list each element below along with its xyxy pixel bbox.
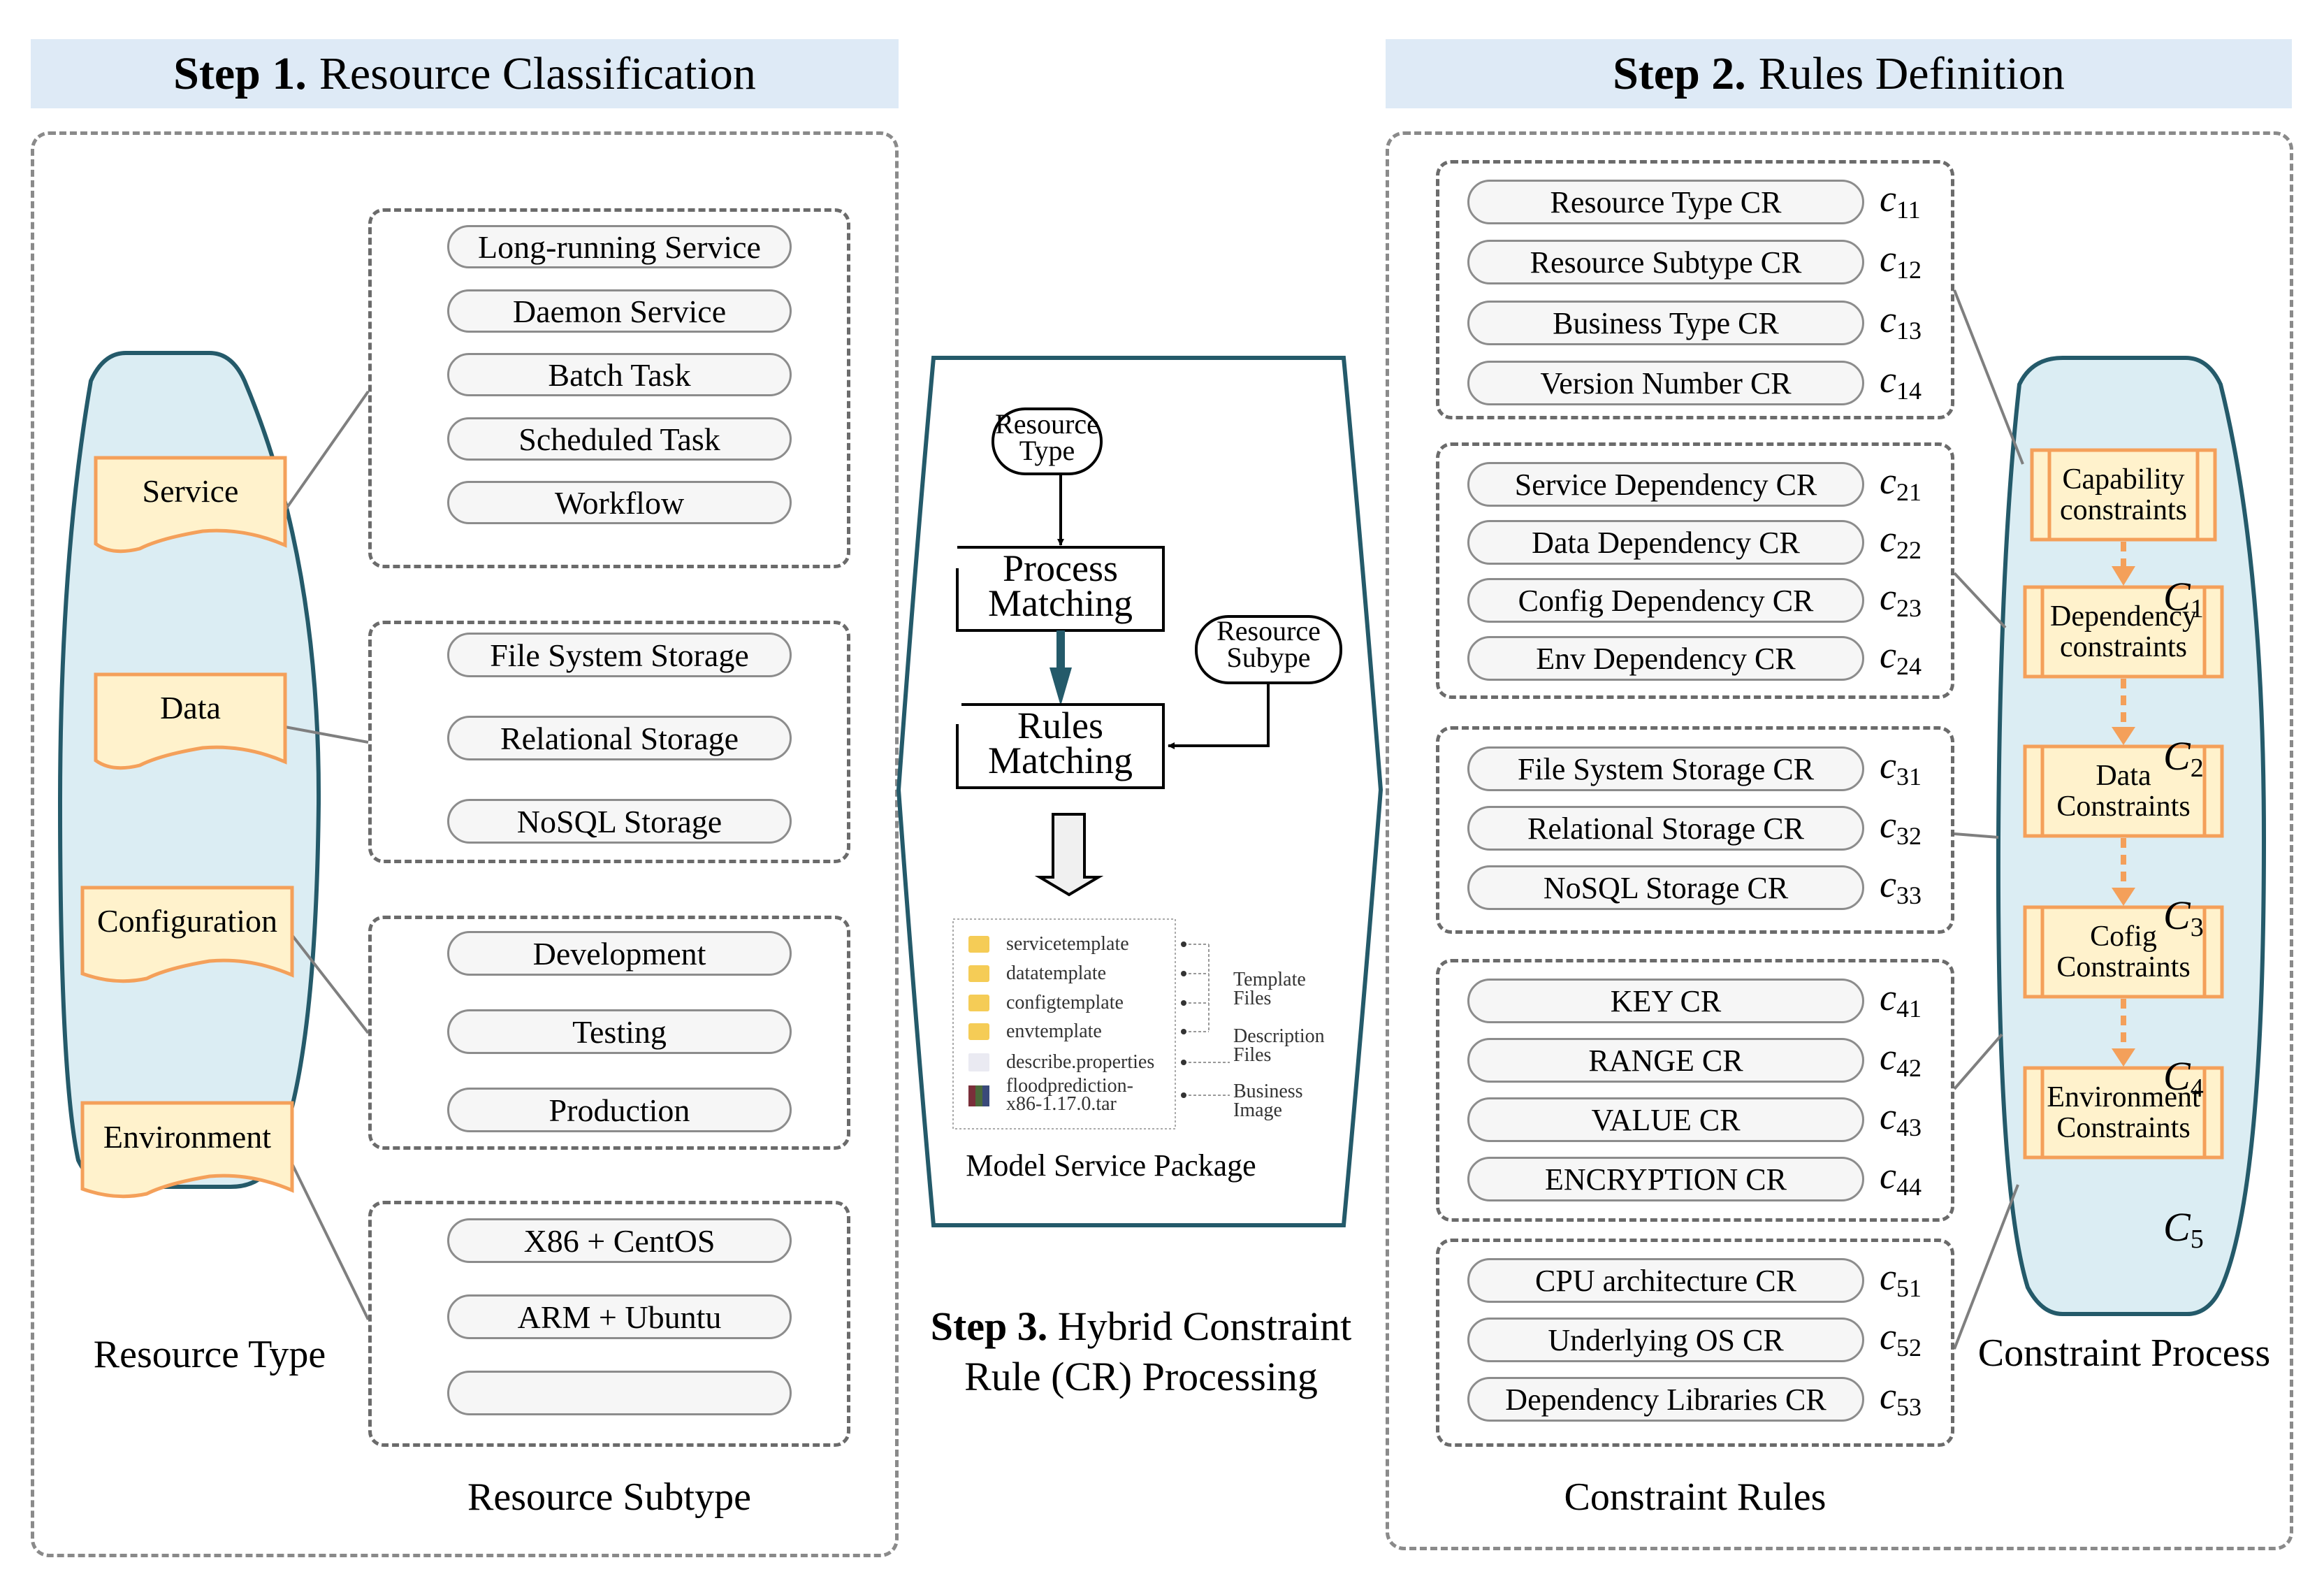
rule-code-label: c11 [1880, 178, 1921, 224]
rule-code-label: c12 [1880, 238, 1922, 284]
properties-file-icon [968, 1053, 989, 1071]
rule-code-label: c21 [1880, 460, 1922, 506]
constraint-process-caption: Constraint Process [1977, 1331, 2271, 1375]
rule-pill[interactable]: RANGE CR [1467, 1038, 1864, 1083]
rule-code-label: c43 [1880, 1095, 1922, 1141]
subtype-pill[interactable]: Batch Task [447, 353, 792, 396]
rule-pill[interactable]: File System Storage CR [1467, 746, 1864, 791]
rule-pill[interactable]: KEY CR [1467, 979, 1864, 1023]
rule-code-label: c14 [1880, 359, 1922, 405]
subtype-pill[interactable]: ARM + Ubuntu [447, 1294, 792, 1339]
rule-code-label: c44 [1880, 1155, 1922, 1201]
rule-code-label: c22 [1880, 518, 1922, 564]
subtype-pill[interactable]: Development [447, 931, 792, 976]
package-item[interactable]: x86-1.17.0.tar [1006, 1095, 1117, 1114]
rule-pill[interactable]: Data Dependency CR [1467, 520, 1864, 565]
folder-icon [968, 1023, 989, 1040]
resource-type-configuration[interactable]: Configuration [82, 902, 292, 939]
subtype-pill[interactable]: Testing [447, 1009, 792, 1054]
rule-pill[interactable]: VALUE CR [1467, 1097, 1864, 1142]
rule-pill[interactable]: Resource Type CR [1467, 180, 1864, 224]
flow-process-matching-label[interactable]: Process Matching [957, 549, 1163, 622]
flow-resource-subtype-label: Resource Subype [1217, 615, 1321, 673]
process-step-capability[interactable]: Capability constraints [2049, 464, 2198, 526]
package-item[interactable]: servicetemplate [1006, 934, 1129, 954]
subtype-pill[interactable]: NoSQL Storage [447, 799, 792, 844]
rule-pill[interactable]: Dependency Libraries CR [1467, 1377, 1864, 1422]
archive-icon [968, 1085, 989, 1106]
package-item[interactable]: configtemplate [1006, 993, 1124, 1013]
subtype-pill[interactable]: Scheduled Task [447, 417, 792, 461]
process-label-c4: C4 [2163, 1053, 2204, 1103]
rule-pill[interactable]: Resource Subtype CR [1467, 240, 1864, 284]
flow-rules-matching-label[interactable]: Rules Matching [957, 707, 1163, 779]
flow-resource-type-label: Resource Type [995, 408, 1099, 466]
process-label-c2: C2 [2163, 733, 2204, 783]
package-item[interactable]: datatemplate [1006, 964, 1106, 983]
rule-code-label: c23 [1880, 576, 1922, 622]
rule-code-label: c52 [1880, 1315, 1922, 1362]
rule-code-label: c42 [1880, 1036, 1922, 1082]
rule-code-label: c31 [1880, 744, 1922, 791]
diagram-canvas: Step 1. Resource Classification Step 2. … [0, 0, 2324, 1588]
rule-pill[interactable]: Service Dependency CR [1467, 462, 1864, 507]
subtype-pill[interactable]: Production [447, 1088, 792, 1132]
subtype-pill[interactable]: File System Storage [447, 633, 792, 677]
rule-code-label: c24 [1880, 634, 1922, 680]
package-note-business: Business Image [1233, 1081, 1303, 1121]
rule-code-label: c33 [1880, 863, 1922, 909]
package-note-template: Template Files [1233, 969, 1306, 1009]
rule-code-label: c41 [1880, 976, 1922, 1023]
rule-pill[interactable]: Underlying OS CR [1467, 1318, 1864, 1362]
constraint-rules-caption: Constraint Rules [1564, 1475, 1826, 1519]
package-item[interactable]: envtemplate [1006, 1022, 1102, 1041]
subtype-pill-empty[interactable] [447, 1371, 792, 1415]
rule-pill[interactable]: Version Number CR [1467, 361, 1864, 405]
rule-pill[interactable]: Env Dependency CR [1467, 636, 1864, 681]
subtype-pill[interactable]: Long-running Service [447, 225, 792, 268]
subtype-pill[interactable]: Relational Storage [447, 716, 792, 760]
resource-type-caption: Resource Type [93, 1333, 326, 1376]
rule-pill[interactable]: CPU architecture CR [1467, 1258, 1864, 1303]
package-item[interactable]: describe.properties [1006, 1053, 1154, 1072]
rule-pill[interactable]: Relational Storage CR [1467, 806, 1864, 851]
subtype-pill[interactable]: Workflow [447, 481, 792, 524]
folder-icon [968, 936, 989, 953]
rule-code-label: c32 [1880, 804, 1922, 850]
folder-icon [968, 995, 989, 1011]
rule-pill[interactable]: ENCRYPTION CR [1467, 1157, 1864, 1201]
rule-pill[interactable]: Business Type CR [1467, 301, 1864, 345]
rule-pill[interactable]: Config Dependency CR [1467, 578, 1864, 623]
package-caption: Model Service Package [966, 1148, 1256, 1183]
process-label-c5: C5 [2163, 1204, 2204, 1254]
rule-pill[interactable]: NoSQL Storage CR [1467, 865, 1864, 910]
resource-type-environment[interactable]: Environment [82, 1118, 292, 1155]
process-label-c3: C3 [2163, 893, 2204, 942]
package-note-description: Description Files [1233, 1025, 1325, 1066]
step3-caption: Step 3. Hybrid Constraint Rule (CR) Proc… [930, 1304, 1352, 1399]
resource-subtype-caption: Resource Subtype [467, 1475, 751, 1519]
rule-code-label: c51 [1880, 1256, 1922, 1302]
resource-type-service[interactable]: Service [96, 472, 285, 510]
resource-type-data[interactable]: Data [96, 689, 285, 726]
folder-icon [968, 965, 989, 982]
process-label-c1: C1 [2163, 574, 2204, 623]
rule-code-label: c53 [1880, 1375, 1922, 1421]
rule-code-label: c13 [1880, 298, 1922, 345]
subtype-pill[interactable]: Daemon Service [447, 289, 792, 333]
subtype-pill[interactable]: X86 + CentOS [447, 1218, 792, 1263]
